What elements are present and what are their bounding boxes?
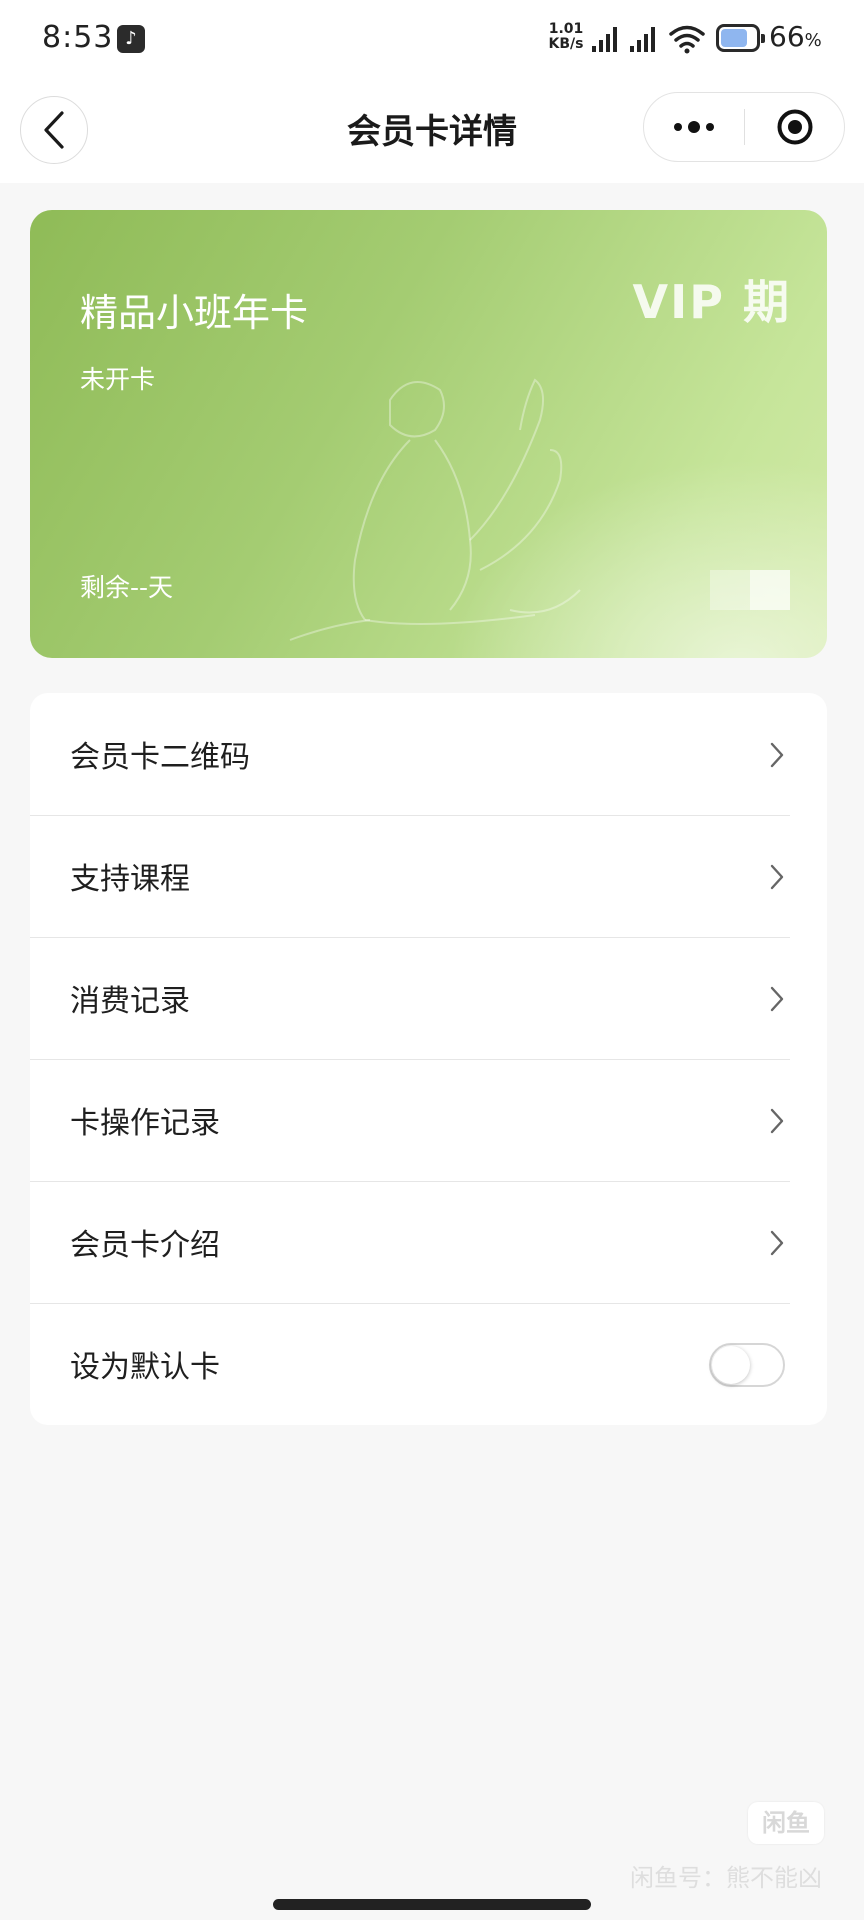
card-menu-list: 会员卡二维码 支持课程 消费记录 卡操作记录 会员卡介绍 设为默认卡 xyxy=(30,693,827,1425)
mini-program-capsule xyxy=(643,92,845,162)
chevron-right-icon xyxy=(770,864,784,890)
tiktok-notification-icon: ♪ xyxy=(117,25,145,53)
chevron-right-icon xyxy=(770,1108,784,1134)
more-dots-icon xyxy=(674,121,714,133)
signal-1-icon xyxy=(592,27,617,52)
status-time: 8:53 xyxy=(42,20,114,55)
network-speed-unit: KB/s xyxy=(548,36,584,52)
nav-header: 会员卡详情 xyxy=(0,80,864,183)
signal-2-icon xyxy=(630,27,655,52)
card-name: 精品小班年卡 xyxy=(80,291,309,335)
card-status: 未开卡 xyxy=(80,365,156,394)
chevron-right-icon xyxy=(770,1230,784,1256)
card-remaining-days: 剩余--天 xyxy=(80,573,174,602)
menu-item-label: 会员卡介绍 xyxy=(70,1228,220,1263)
menu-item-card-intro[interactable]: 会员卡介绍 xyxy=(30,1181,827,1303)
vip-badge: VIP 期 xyxy=(632,275,791,329)
wifi-icon xyxy=(669,25,705,54)
yoga-figure-illustration xyxy=(289,378,581,641)
menu-item-label: 消费记录 xyxy=(70,984,190,1019)
toggle-knob xyxy=(712,1346,750,1384)
chevron-right-icon xyxy=(770,742,784,768)
close-miniprogram-button[interactable] xyxy=(745,93,845,161)
menu-item-label: 会员卡二维码 xyxy=(70,740,250,775)
battery-icon xyxy=(716,24,765,52)
default-card-toggle[interactable] xyxy=(709,1343,785,1387)
battery-percent: 66% xyxy=(769,20,822,53)
menu-item-qrcode[interactable]: 会员卡二维码 xyxy=(30,693,827,815)
membership-card[interactable]: 精品小班年卡 未开卡 剩余--天 VIP 期 xyxy=(30,210,827,658)
status-bar: 8:53 ♪ 1.01 KB/s 66% xyxy=(0,0,864,80)
xianyu-watermark-text: 闲鱼号：熊不能凶 xyxy=(630,1864,822,1892)
xianyu-watermark-logo: 闲鱼 xyxy=(748,1802,824,1844)
chevron-right-icon xyxy=(770,986,784,1012)
menu-item-label: 设为默认卡 xyxy=(70,1350,220,1385)
menu-item-label: 卡操作记录 xyxy=(70,1106,220,1141)
network-speed: 1.01 KB/s xyxy=(544,22,588,52)
menu-item-label: 支持课程 xyxy=(70,862,190,897)
target-circle-icon xyxy=(777,109,813,145)
more-button[interactable] xyxy=(644,93,744,161)
menu-item-consumption-records[interactable]: 消费记录 xyxy=(30,937,827,1059)
menu-item-card-operation-records[interactable]: 卡操作记录 xyxy=(30,1059,827,1181)
menu-item-set-default: 设为默认卡 xyxy=(30,1303,827,1425)
network-speed-value: 1.01 xyxy=(548,21,584,37)
menu-item-courses[interactable]: 支持课程 xyxy=(30,815,827,937)
home-indicator[interactable] xyxy=(273,1899,591,1910)
card-blocks-decoration xyxy=(710,570,790,610)
